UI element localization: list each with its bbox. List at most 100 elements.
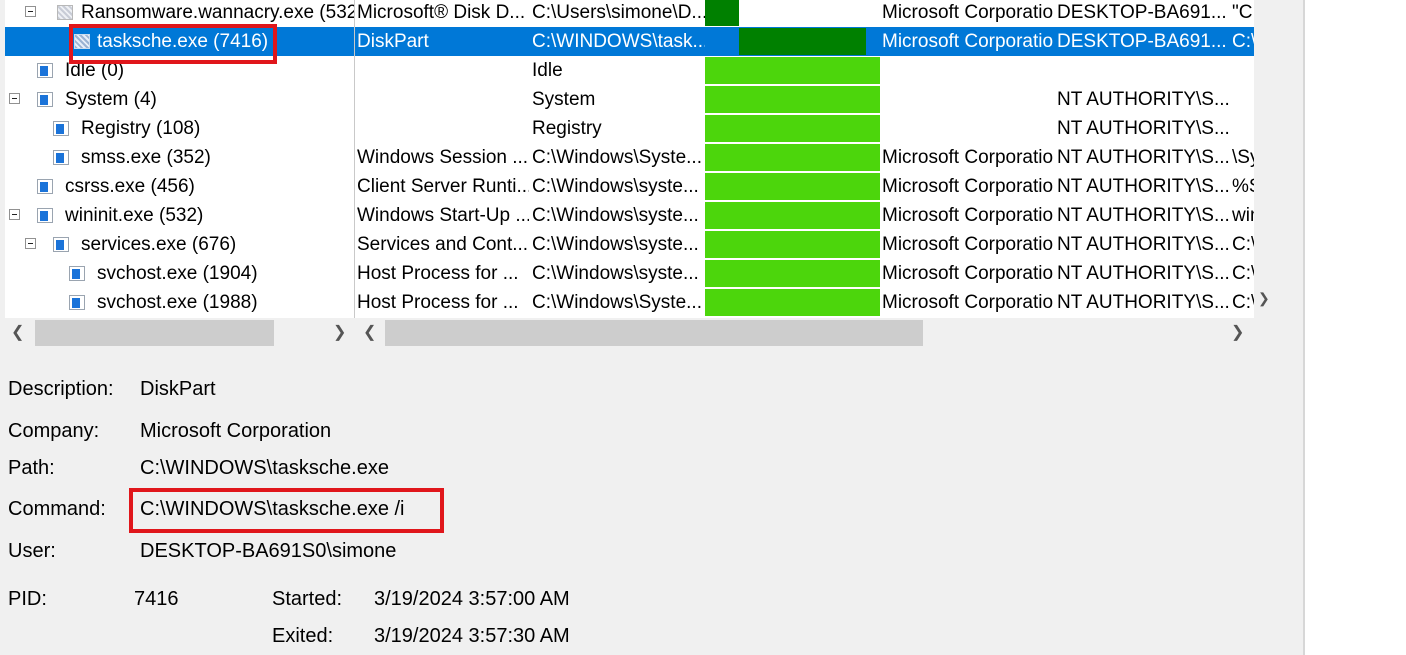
cpu-bar: [705, 86, 880, 113]
cpu-bar: [705, 144, 880, 171]
path-value: C:\WINDOWS\tasksche.exe: [140, 457, 389, 479]
process-window-icon: [69, 295, 85, 310]
process-company: [882, 85, 1054, 114]
scrollbar-thumb[interactable]: [385, 320, 923, 346]
process-command: [1232, 85, 1254, 114]
cpu-bar: [739, 28, 866, 55]
process-row-csrss[interactable]: csrss.exe (456) Client Server Runti... C…: [5, 172, 1254, 201]
process-path: C:\Windows\syste...: [532, 205, 699, 226]
process-row-registry[interactable]: Registry (108) Registry NT AUTHORITY\S..…: [5, 114, 1254, 143]
chevron-left-icon[interactable]: ❮: [11, 322, 24, 342]
desktop-background: [1305, 0, 1406, 655]
started-label: Started:: [272, 588, 343, 610]
process-row-svchost-1904[interactable]: svchost.exe (1904) Host Process for ... …: [5, 259, 1254, 288]
started-value: 3/19/2024 3:57:00 AM: [374, 588, 570, 610]
chevron-right-icon[interactable]: ❯: [333, 322, 346, 342]
chevron-left-icon[interactable]: ❮: [363, 322, 376, 342]
process-description: Microsoft® Disk D...: [357, 2, 526, 23]
process-description: Windows Session ...: [357, 147, 529, 168]
process-description: Services and Cont...: [357, 234, 529, 255]
process-user: DESKTOP-BA691...: [1057, 31, 1227, 52]
process-company: [882, 114, 1054, 143]
process-row-system[interactable]: System (4) System NT AUTHORITY\S...: [5, 85, 1254, 114]
cpu-bar: [705, 289, 880, 316]
process-path: System: [532, 89, 596, 110]
process-description: [357, 114, 529, 143]
process-path: C:\Users\simone\D...: [532, 2, 705, 23]
collapse-expander-icon[interactable]: [25, 6, 36, 17]
process-user: DESKTOP-BA691...: [1057, 2, 1227, 23]
process-row-services[interactable]: services.exe (676) Services and Cont... …: [5, 230, 1254, 259]
process-company: Microsoft Corporatio...: [882, 2, 1054, 23]
process-description: Host Process for ...: [357, 292, 519, 313]
cpu-bar: [705, 202, 880, 229]
process-command: [1232, 56, 1254, 85]
collapse-expander-icon[interactable]: [9, 93, 20, 104]
cpu-bar: [705, 57, 880, 84]
cpu-bar: [705, 173, 880, 200]
process-user: NT AUTHORITY\S...: [1057, 205, 1229, 226]
pane-splitter[interactable]: [354, 0, 355, 318]
process-window-icon: [37, 208, 53, 223]
process-description: Client Server Runti...: [357, 176, 529, 197]
process-row-ransomware[interactable]: Ransomware.wannacry.exe (5324) Microsoft…: [5, 0, 1254, 27]
process-company: Microsoft Corporatio...: [882, 292, 1054, 313]
process-path: C:\Windows\syste...: [532, 176, 699, 197]
process-command: C:\: [1232, 263, 1254, 284]
process-name: services.exe (676): [81, 234, 237, 255]
process-description: Host Process for ...: [357, 263, 519, 284]
chevron-right-icon[interactable]: ❯: [1231, 322, 1244, 342]
command-label: Command:: [8, 498, 106, 520]
process-description: [357, 56, 529, 85]
process-row-svchost-1988[interactable]: svchost.exe (1988) Host Process for ... …: [5, 288, 1254, 317]
process-user: NT AUTHORITY\S...: [1057, 118, 1229, 139]
exited-value: 3/19/2024 3:57:30 AM: [374, 625, 570, 647]
process-company: Microsoft Corporatio...: [882, 263, 1054, 284]
collapse-expander-icon[interactable]: [9, 209, 20, 220]
scrollbar-thumb[interactable]: [35, 320, 274, 346]
process-command: %S: [1232, 176, 1254, 197]
pid-label: PID:: [8, 588, 47, 610]
pid-value: 7416: [134, 588, 179, 610]
process-description: [357, 85, 529, 114]
process-row-smss[interactable]: smss.exe (352) Windows Session ... C:\Wi…: [5, 143, 1254, 172]
process-user: NT AUTHORITY\S...: [1057, 176, 1229, 197]
process-company: Microsoft Corporatio...: [882, 147, 1054, 168]
process-name: System (4): [65, 89, 157, 110]
process-window-icon: [37, 92, 53, 107]
process-path: C:\Windows\Syste...: [532, 147, 702, 168]
process-command: C:\: [1232, 234, 1254, 255]
collapse-expander-icon[interactable]: [25, 238, 36, 249]
process-company: Microsoft Corporatio...: [882, 234, 1054, 255]
process-user: NT AUTHORITY\S...: [1057, 234, 1229, 255]
process-window-icon: [57, 5, 73, 20]
process-row-wininit[interactable]: wininit.exe (532) Windows Start-Up ... C…: [5, 201, 1254, 230]
cpu-bar: [705, 231, 880, 258]
process-company: Microsoft Corporatio...: [882, 31, 1054, 52]
cpu-bar: [705, 260, 880, 287]
columns-horizontal-scrollbar[interactable]: ❮ ❯: [357, 318, 1254, 346]
process-window-icon: [53, 150, 69, 165]
process-name: Ransomware.wannacry.exe (5324): [81, 2, 355, 23]
highlight-box-command: [129, 488, 444, 533]
user-value: DESKTOP-BA691S0\simone: [140, 540, 397, 562]
process-user: NT AUTHORITY\S...: [1057, 89, 1229, 110]
process-name: smss.exe (352): [81, 147, 211, 168]
process-command: "C: [1232, 2, 1253, 23]
description-value: DiskPart: [140, 378, 216, 400]
process-window-icon: [53, 121, 69, 136]
exited-label: Exited:: [272, 625, 334, 647]
process-window-icon: [37, 63, 53, 78]
process-company: [882, 56, 1054, 85]
chevron-down-icon[interactable]: ❯: [1258, 290, 1270, 307]
process-name: csrss.exe (456): [65, 176, 195, 197]
description-label: Description:: [8, 378, 114, 400]
process-command: C:\: [1232, 292, 1254, 313]
process-path: C:\WINDOWS\task...: [532, 31, 705, 52]
process-command: C:\: [1232, 31, 1254, 52]
tree-horizontal-scrollbar[interactable]: ❮ ❯: [5, 318, 355, 346]
company-value: Microsoft Corporation: [140, 420, 332, 442]
company-label: Company:: [8, 420, 100, 442]
process-user: [1057, 56, 1229, 85]
process-description: Windows Start-Up ...: [357, 205, 529, 226]
